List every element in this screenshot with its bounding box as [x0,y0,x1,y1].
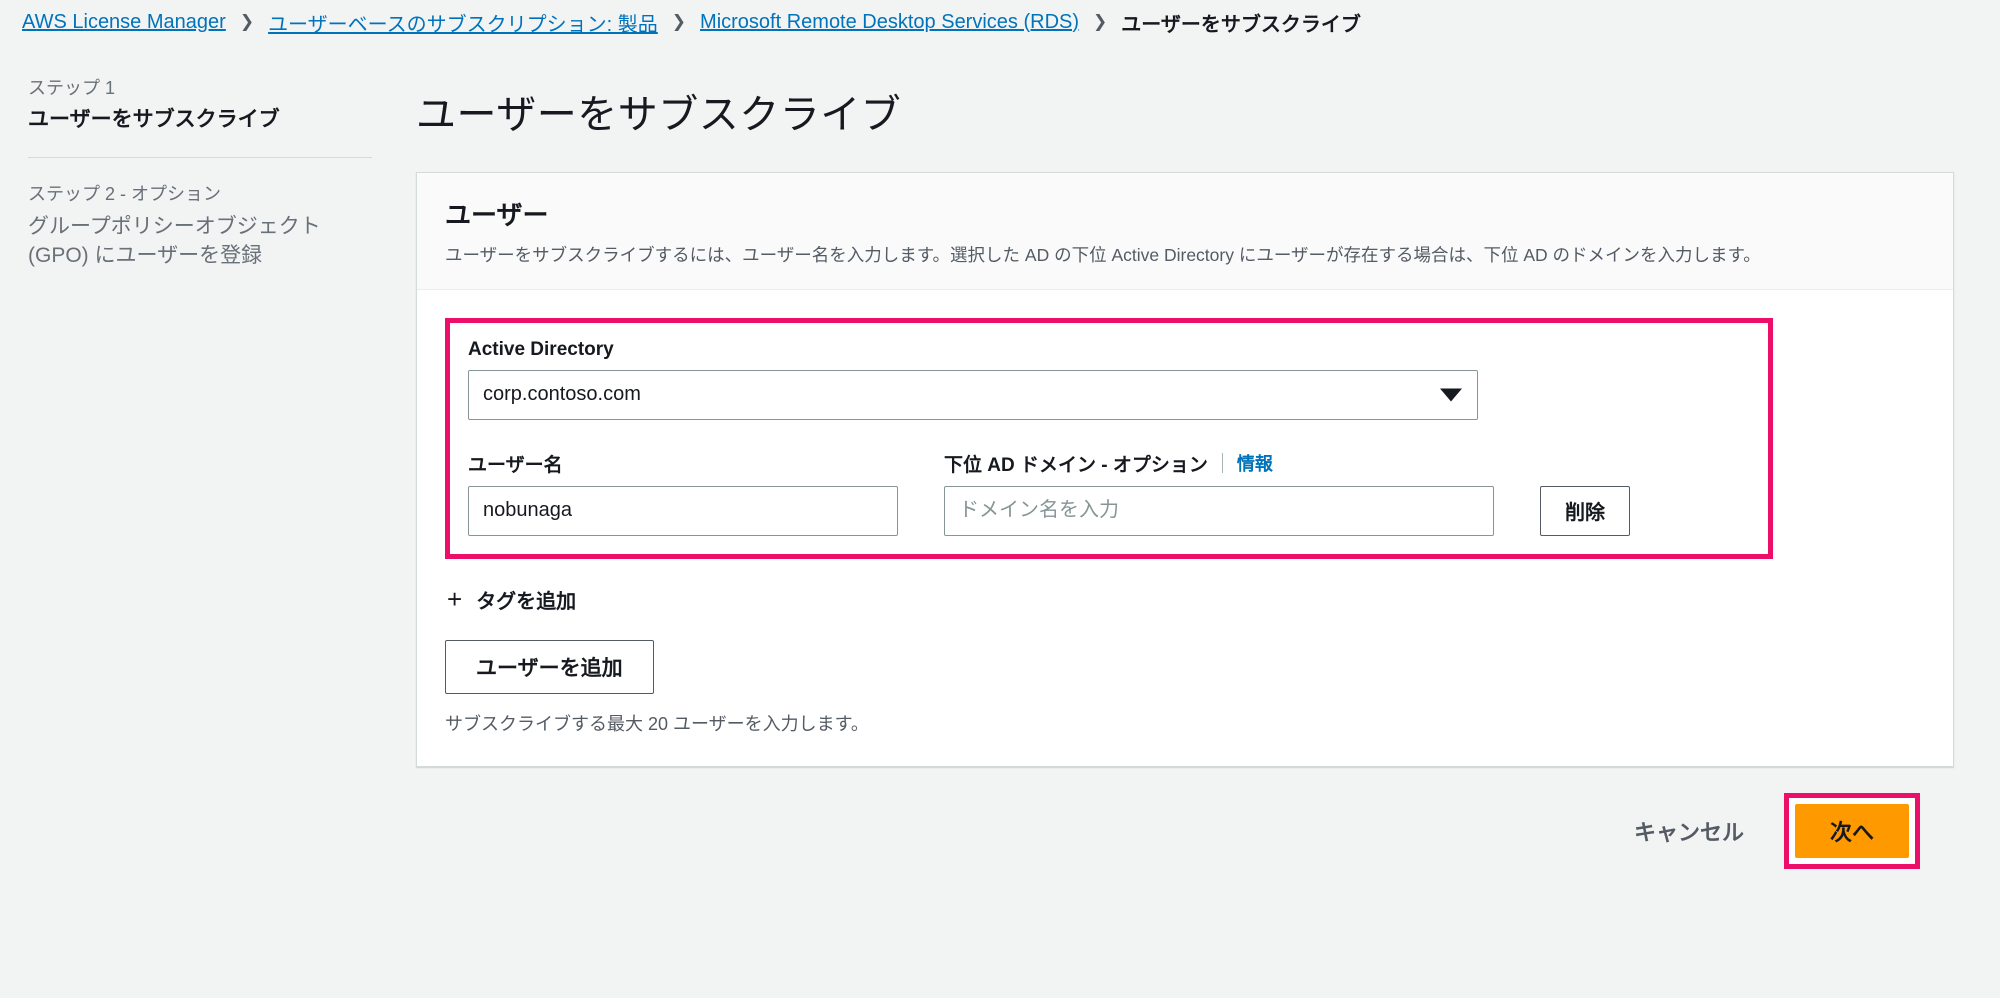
breadcrumb: AWS License Manager ❯ ユーザーベースのサブスクリプション:… [0,0,2000,44]
cancel-button[interactable]: キャンセル [1624,807,1754,855]
step-1-title: ユーザーをサブスクライブ [28,108,280,132]
label-divider [1221,453,1223,474]
child-domain-field: 下位 AD ドメイン - オプション 情報 [944,450,1494,536]
highlight-annotation-next-button: 次へ [1783,792,1920,869]
step-divider [28,156,372,158]
wizard-step-1[interactable]: ステップ 1 ユーザーをサブスクライブ [28,76,372,157]
child-domain-info-link[interactable]: 情報 [1237,450,1273,476]
step-2-kicker: ステップ 2 - オプション [28,183,222,204]
breadcrumb-item-user-based-subscriptions[interactable]: ユーザーベースのサブスクリプション: 製品 [268,8,658,37]
wizard-step-2[interactable]: ステップ 2 - オプション グループポリシーオブジェクト (GPO) にユーザ… [28,182,372,293]
max-users-hint: サブスクライブする最大 20 ユーザーを入力します。 [445,713,869,734]
child-domain-label: 下位 AD ドメイン - オプション [944,454,1208,476]
step-2-title: グループポリシーオブジェクト (GPO) にユーザーを登録 [28,214,321,268]
remove-user-button[interactable]: 削除 [1540,485,1630,536]
username-label-row: ユーザー名 [468,450,898,477]
breadcrumb-separator-icon: ❯ [1093,12,1108,31]
add-user-wrap: ユーザーを追加 [445,639,1925,694]
add-tag-label: タグを追加 [476,590,577,613]
child-domain-label-row: 下位 AD ドメイン - オプション 情報 [944,450,1494,477]
child-domain-input[interactable] [944,485,1494,536]
users-card: ユーザー ユーザーをサブスクライブするには、ユーザー名を入力します。選択した A… [416,172,1954,767]
username-label: ユーザー名 [468,454,563,476]
step-1-kicker: ステップ 1 [28,78,116,98]
active-directory-field: Active Directory corp.contoso.com [468,339,1750,420]
active-directory-select-value[interactable]: corp.contoso.com [468,369,1478,420]
main-content: ユーザーをサブスクライブ ユーザー ユーザーをサブスクライブするには、ユーザー名… [400,44,2000,869]
breadcrumb-separator-icon: ❯ [671,12,687,31]
add-tag-button[interactable]: + タグを追加 [447,585,576,614]
active-directory-label: Active Directory [468,338,614,360]
wizard-step-nav: ステップ 1 ユーザーをサブスクライブ ステップ 2 - オプション グループポ… [0,44,400,293]
breadcrumb-item-rds[interactable]: Microsoft Remote Desktop Services (RDS) [700,11,1079,34]
wizard-footer: キャンセル 次へ [416,767,1954,869]
add-user-button[interactable]: ユーザーを追加 [445,639,654,694]
remove-user-column: 削除 [1540,485,1630,536]
page-body: ステップ 1 ユーザーをサブスクライブ ステップ 2 - オプション グループポ… [0,44,2000,998]
active-directory-select[interactable]: corp.contoso.com [468,369,1478,420]
users-card-description: ユーザーをサブスクライブするには、ユーザー名を入力します。選択した AD の下位… [445,245,1761,265]
username-field: ユーザー名 [468,450,898,536]
next-button[interactable]: 次へ [1794,803,1909,858]
page-title: ユーザーをサブスクライブ [416,93,902,137]
users-card-header: ユーザー ユーザーをサブスクライブするには、ユーザー名を入力します。選択した A… [417,173,1953,290]
highlight-annotation-form-region: Active Directory corp.contoso.com ユーザー名 [445,317,1773,559]
users-card-heading: ユーザー [445,200,549,230]
user-entry-row: ユーザー名 下位 AD ドメイン - オプション 情報 [468,450,1750,536]
breadcrumb-separator-icon: ❯ [239,12,255,31]
breadcrumb-item-current: ユーザーをサブスクライブ [1121,13,1361,36]
breadcrumb-item-license-manager[interactable]: AWS License Manager [22,11,226,34]
users-card-body: Active Directory corp.contoso.com ユーザー名 [417,290,1953,766]
username-input[interactable] [468,485,898,536]
plus-icon: + [447,584,463,615]
